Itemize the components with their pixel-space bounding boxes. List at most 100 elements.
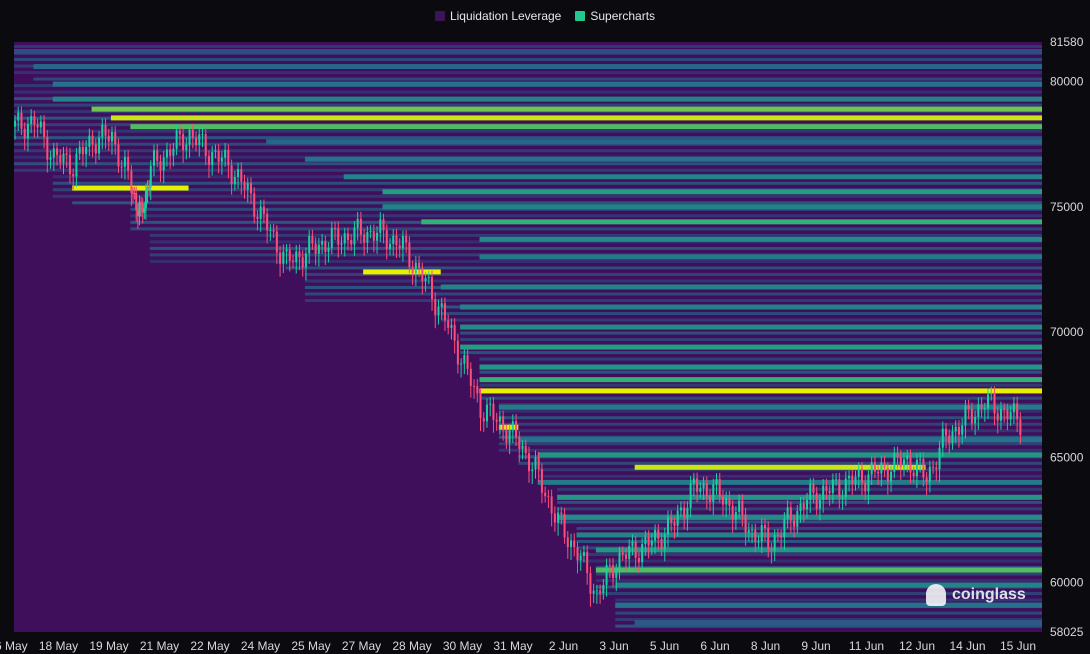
candle-body: [120, 166, 123, 168]
liquidity-band: [518, 461, 1042, 465]
y-tick-label: 75000: [1050, 200, 1084, 214]
x-tick-label: 12 Jun: [899, 639, 935, 653]
candle-body: [369, 230, 372, 232]
candle-body: [81, 146, 84, 155]
coinglass-logo-icon: [926, 584, 946, 606]
candle-body: [211, 151, 214, 165]
candle-body: [217, 150, 220, 162]
liquidation-level: [460, 324, 1042, 330]
candle-body: [282, 251, 285, 264]
candle-body: [657, 529, 660, 539]
candle-body: [899, 456, 902, 468]
candle-body: [385, 230, 388, 249]
candle-body: [398, 245, 401, 249]
x-tick-label: 9 Jun: [801, 639, 830, 653]
candle-body: [599, 590, 602, 594]
liquidation-level: [634, 620, 1042, 626]
candle-body: [259, 206, 262, 219]
candle-body: [1012, 403, 1015, 413]
liquidation-level: [33, 64, 1042, 70]
candle-body: [954, 426, 957, 432]
candle-body: [418, 262, 421, 269]
x-tick-label: 3 Jun: [599, 639, 628, 653]
candle-body: [182, 134, 185, 151]
candle-body: [495, 419, 498, 422]
candle-body: [353, 227, 356, 245]
x-axis: 16 May 18 May 19 May 21 May 22 May 24 May 25 M…: [0, 639, 1036, 653]
candle-body: [185, 144, 188, 151]
candle-body: [266, 213, 269, 231]
liquidity-band: [557, 487, 1042, 491]
y-tick-label: 80000: [1050, 75, 1084, 89]
candle-body: [618, 552, 621, 570]
candle-body: [602, 585, 605, 594]
candle-body: [256, 216, 259, 219]
candle-body: [919, 459, 922, 461]
candle-body: [169, 149, 172, 156]
candle-body: [72, 174, 75, 177]
candle-body: [560, 512, 563, 515]
candle-body: [945, 428, 948, 436]
candle-body: [528, 453, 530, 472]
candle-body: [573, 540, 576, 548]
liquidation-level: [382, 189, 1042, 195]
candle-body: [999, 408, 1002, 421]
liquidation-level: [52, 81, 1042, 87]
candle-body: [366, 231, 369, 243]
liquidation-level: [479, 236, 1043, 242]
candle-body: [482, 418, 485, 422]
candle-body: [518, 436, 521, 449]
candle-body: [340, 243, 343, 245]
candle-body: [62, 153, 65, 163]
candle-body: [563, 514, 566, 538]
candle-body: [135, 193, 138, 211]
liquidation-level: [498, 404, 1043, 410]
candle-body: [33, 116, 36, 125]
candle-body: [498, 416, 501, 422]
candle-body: [233, 176, 236, 185]
candle-body: [734, 512, 737, 520]
candle-body: [317, 244, 320, 254]
candle-body: [153, 150, 156, 166]
candle-body: [450, 324, 453, 328]
y-tick-label: 60000: [1050, 576, 1084, 590]
candle-body: [531, 469, 534, 472]
candle-body: [815, 492, 818, 509]
candle-body: [705, 483, 708, 497]
x-tick-label: 6 Jun: [700, 639, 729, 653]
candle-body: [175, 130, 178, 149]
candle-body: [725, 498, 728, 505]
candle-body: [570, 540, 573, 548]
x-tick-label: 27 May: [342, 639, 381, 653]
candle-body: [799, 503, 802, 512]
liquidation-heatmap-chart[interactable]: 81580 80000 75000 70000 65000 60000 58025 16 M…: [0, 0, 1090, 654]
candle-body: [696, 478, 699, 492]
candle-body: [138, 202, 141, 217]
candle-body: [728, 498, 731, 506]
candle-body: [314, 243, 317, 254]
candle-body: [686, 508, 689, 518]
candle-body: [195, 137, 198, 146]
x-tick-label: 5 Jun: [650, 639, 679, 653]
candle-body: [1016, 403, 1019, 420]
candle-body: [890, 471, 893, 482]
candle-body: [372, 230, 375, 241]
candle-body: [101, 124, 104, 138]
candle-body: [292, 260, 295, 262]
candle-body: [460, 363, 463, 365]
candle-body: [165, 149, 168, 158]
candle-body: [110, 132, 113, 142]
x-tick-label: 25 May: [291, 639, 330, 653]
candle-body: [595, 590, 598, 592]
candle-body: [689, 483, 692, 509]
candle-body: [46, 136, 49, 160]
candle-body: [447, 320, 450, 328]
candle-body: [298, 251, 301, 258]
candle-body: [537, 457, 540, 470]
candle-body: [699, 488, 702, 492]
candle-body: [544, 492, 547, 497]
x-tick-label: 19 May: [89, 639, 128, 653]
liquidity-band: [479, 370, 1043, 374]
candle-body: [993, 392, 996, 414]
candle-body: [550, 496, 553, 514]
